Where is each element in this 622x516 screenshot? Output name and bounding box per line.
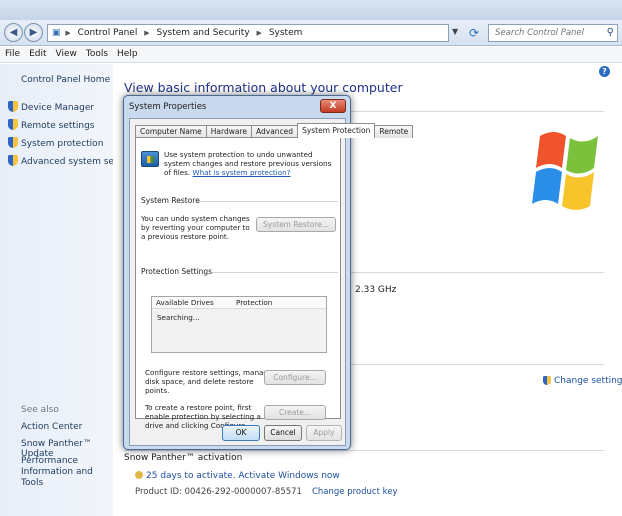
column-available-drives[interactable]: Available Drives [156, 298, 214, 307]
address-dropdown-icon[interactable]: ▼ [452, 27, 458, 36]
processor-speed: 2.33 GHz [355, 285, 397, 295]
protection-settings-heading: Protection Settings [141, 267, 213, 276]
tab-strip: Computer Name Hardware Advanced System Prot… [135, 123, 414, 138]
breadcrumb-system[interactable]: System [269, 28, 303, 38]
action-center-link[interactable]: Action Center [21, 422, 82, 432]
drives-header: Available Drives Protection [152, 297, 326, 309]
refresh-icon[interactable]: ⟳ [466, 25, 482, 41]
menu-bar: File Edit View Tools Help [0, 47, 622, 63]
menu-help[interactable]: Help [112, 47, 142, 59]
search-input[interactable] [493, 26, 603, 40]
forward-button[interactable]: ▶ [24, 23, 43, 42]
what-is-system-protection-link[interactable]: What is system protection? [193, 168, 291, 177]
uac-shield-icon [8, 137, 18, 148]
tab-system-protection[interactable]: System Protection [297, 123, 376, 138]
breadcrumb-control-panel[interactable]: Control Panel [78, 28, 138, 38]
performance-information-link[interactable]: Performance Information and Tools [21, 456, 111, 489]
system-protection-panel: Use system protection to undo unwanted s… [135, 137, 341, 430]
ok-button[interactable]: OK [222, 425, 260, 441]
uac-shield-icon [8, 101, 18, 112]
change-settings-link[interactable]: Change settings [543, 376, 622, 386]
page-title: View basic information about your comput… [124, 80, 403, 95]
help-icon[interactable]: ? [599, 66, 610, 77]
dialog-body: Computer Name Hardware Advanced System Prot… [129, 118, 414, 446]
product-id: Product ID: 00426-292-0000007-85571 [135, 487, 302, 497]
cancel-button[interactable]: Cancel [264, 425, 302, 441]
tab-remote[interactable]: Remote [374, 125, 414, 138]
product-id-row: Product ID: 00426-292-0000007-85571 Chang… [135, 487, 398, 497]
system-restore-heading: System Restore [141, 196, 200, 205]
intro-text: Use system protection to undo unwanted s… [164, 150, 332, 177]
configure-button[interactable]: Configure... [264, 370, 326, 385]
configure-description: Configure restore settings, manage disk … [145, 368, 273, 395]
activate-windows-link[interactable]: 25 days to activate. Activate Windows no… [135, 471, 340, 481]
system-protection-icon [141, 151, 159, 167]
navigation-bar: ◀ ▶ ▣ ▶ Control Panel ▶ System and Secur… [0, 20, 622, 46]
windows-logo-icon [532, 132, 598, 210]
menu-edit[interactable]: Edit [24, 47, 50, 59]
group-divider [212, 272, 338, 273]
system-restore-button[interactable]: System Restore... [256, 217, 336, 232]
remote-settings-link[interactable]: Remote settings [8, 119, 94, 131]
group-divider [198, 201, 338, 202]
forward-arrow-icon: ▶ [29, 27, 38, 38]
control-panel-icon: ▣ [52, 28, 61, 38]
left-navigation-pane: Control Panel Home Device Manager Remote… [0, 64, 140, 516]
create-button[interactable]: Create... [264, 405, 326, 420]
menu-view[interactable]: View [51, 47, 81, 59]
back-button[interactable]: ◀ [4, 23, 23, 42]
uac-shield-icon [8, 155, 18, 166]
change-product-key-link[interactable]: Change product key [312, 487, 398, 497]
available-drives-list[interactable]: Available Drives Protection Searching... [151, 296, 327, 353]
close-button[interactable]: X [320, 99, 346, 113]
breadcrumb-system-and-security[interactable]: System and Security [156, 28, 249, 38]
menu-tools[interactable]: Tools [81, 47, 112, 59]
key-icon [135, 471, 143, 479]
search-box[interactable]: ⚲ [488, 24, 618, 42]
back-arrow-icon: ◀ [9, 27, 18, 38]
control-panel-home-link[interactable]: Control Panel Home [21, 75, 110, 85]
column-protection[interactable]: Protection [236, 298, 272, 307]
menu-file[interactable]: File [0, 47, 24, 59]
activation-heading: Snow Panther™ activation [124, 453, 243, 463]
apply-button[interactable]: Apply [306, 425, 342, 441]
dialog-title: System Properties [129, 102, 207, 112]
system-properties-dialog: System Properties X Computer Name Hardwar… [123, 95, 414, 450]
system-restore-description: You can undo system changes by reverting… [141, 214, 250, 241]
system-protection-link[interactable]: System protection [8, 137, 103, 149]
window-title-bar [0, 0, 622, 20]
drives-status: Searching... [157, 313, 200, 322]
see-also-heading: See also [21, 405, 59, 415]
uac-shield-icon [543, 376, 551, 385]
address-bar[interactable]: ▣ ▶ Control Panel ▶ System and Security … [47, 24, 449, 42]
device-manager-link[interactable]: Device Manager [8, 101, 94, 113]
divider [124, 450, 604, 451]
uac-shield-icon [8, 119, 18, 130]
search-icon[interactable]: ⚲ [607, 27, 614, 38]
